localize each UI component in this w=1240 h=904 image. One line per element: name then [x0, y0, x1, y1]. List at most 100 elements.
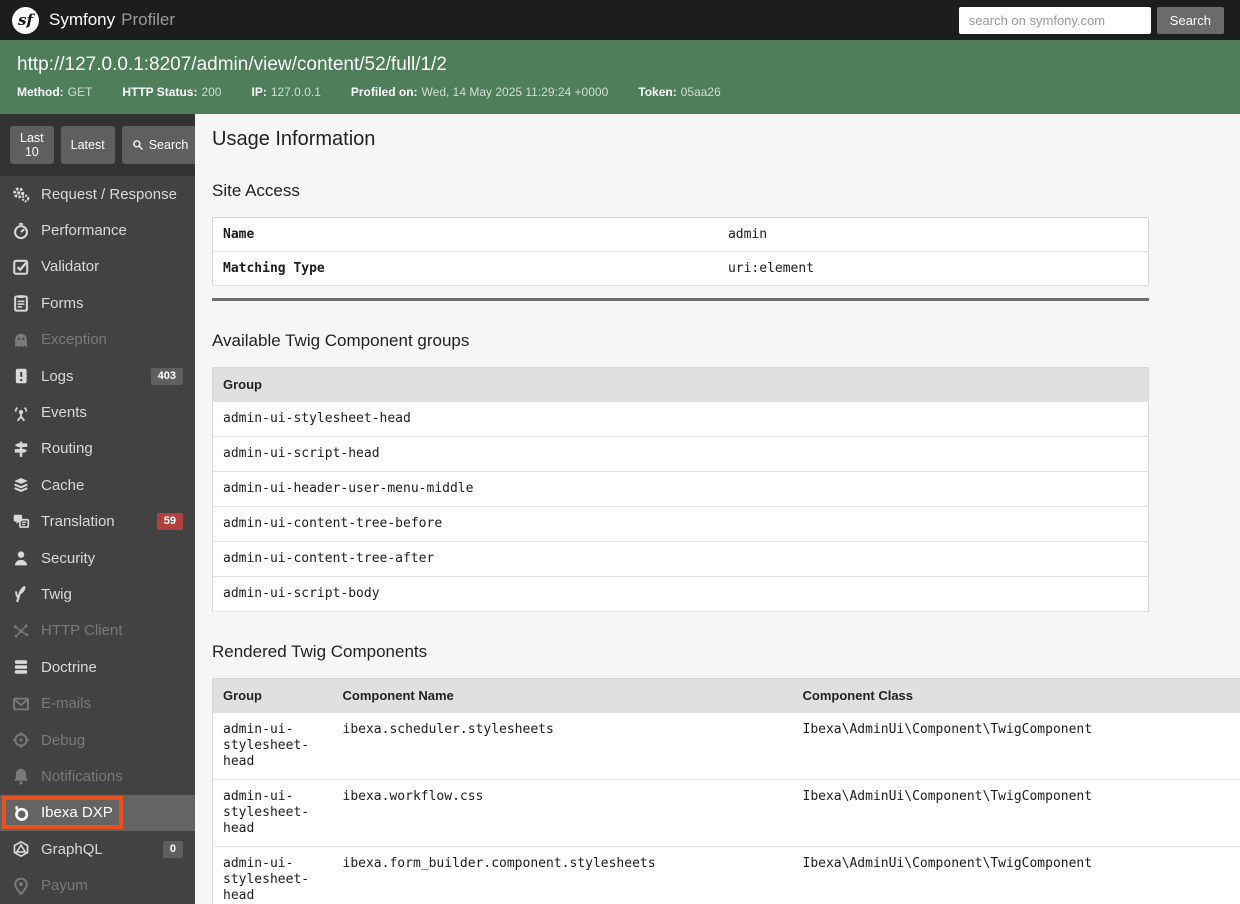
section-heading-twig-groups: Available Twig Component groups	[212, 331, 470, 350]
sidebar-item-label: Events	[41, 404, 87, 422]
meta-label: Profiled on:	[350, 85, 418, 99]
component-class: Ibexa\AdminUi\Component\TwigComponent	[802, 789, 1093, 804]
table-row: admin-ui-script-body	[212, 577, 1149, 612]
profiler-sidebar: Last 10 Latest Search Request / Response	[0, 114, 195, 904]
meta-value: 05aa26	[680, 85, 721, 99]
notifications-bell-icon	[12, 767, 30, 785]
request-url: http://127.0.0.1:8207/admin/view/content…	[17, 54, 447, 75]
site-access-table: Name admin Matching Type uri:element	[212, 217, 1149, 286]
meta-label: Method:	[17, 85, 64, 99]
sidebar-item-label: Notifications	[41, 767, 123, 785]
validator-check-icon	[12, 258, 30, 276]
request-meta-item: Profiled on: Wed, 14 May 2025 11:29:24 +0…	[351, 85, 608, 99]
sidebar-item-label: HTTP Client	[41, 622, 123, 640]
symfony-search-input[interactable]	[958, 6, 1151, 34]
sidebar-item-ibexa-dxp[interactable]: Ibexa DXP	[0, 794, 195, 832]
component-name: ibexa.scheduler.stylesheets	[342, 722, 554, 737]
meta-value: 127.0.0.1	[270, 85, 321, 99]
column-header-component-class: Component Class	[792, 678, 1240, 713]
table-header-row: Group	[212, 367, 1149, 402]
sidebar-item-twig[interactable]: Twig	[0, 576, 195, 612]
sidebar-item-exception[interactable]: Exception	[0, 322, 195, 358]
request-meta-item: Token: 05aa26	[638, 85, 721, 99]
security-user-icon	[12, 549, 30, 567]
sidebar-button-last-10[interactable]: Last 10	[10, 126, 54, 164]
sidebar-item-logs[interactable]: Logs 403	[0, 358, 195, 394]
sidebar-item-request-response[interactable]: Request / Response	[0, 176, 195, 212]
search-icon	[132, 139, 144, 151]
sidebar-item-cache[interactable]: Cache	[0, 467, 195, 503]
sidebar-item-label: Routing	[41, 440, 93, 458]
group-name: admin-ui-stylesheet-head	[223, 411, 411, 426]
sidebar-item-label: Logs	[41, 367, 74, 385]
component-name: ibexa.workflow.css	[342, 789, 484, 804]
count-badge: 403	[150, 367, 183, 385]
sidebar-item-payum[interactable]: Payum	[0, 867, 195, 903]
sidebar-item-label: Security	[41, 549, 96, 567]
table-row: admin-ui-stylesheet-head ibexa.form_buil…	[213, 847, 1240, 904]
component-group: admin-ui-stylesheet-head	[223, 722, 310, 769]
sidebar-item-http-client[interactable]: HTTP Client	[0, 613, 195, 649]
column-header-group: Group	[212, 678, 333, 713]
sidebar-item-performance[interactable]: Performance	[0, 212, 195, 248]
sidebar-item-e-mails[interactable]: E-mails	[0, 685, 195, 721]
sidebar-item-label: Performance	[41, 222, 127, 240]
sidebar-item-security[interactable]: Security	[0, 540, 195, 576]
translation-icon	[12, 513, 30, 531]
stopwatch-icon	[12, 222, 30, 240]
sidebar-item-debug[interactable]: Debug	[0, 722, 195, 758]
section-divider	[212, 298, 1149, 301]
forms-clipboard-icon	[12, 294, 30, 312]
meta-value: Wed, 14 May 2025 11:29:24 +0000	[421, 85, 609, 99]
sidebar-item-validator[interactable]: Validator	[0, 249, 195, 285]
sidebar-item-label: Debug	[41, 731, 86, 749]
routing-signpost-icon	[12, 440, 30, 458]
group-name: admin-ui-script-head	[223, 446, 380, 461]
table-header-row: Group Component Name Component Class	[212, 678, 1240, 713]
sidebar-item-routing[interactable]: Routing	[0, 431, 195, 467]
component-class: Ibexa\AdminUi\Component\TwigComponent	[802, 856, 1093, 871]
table-row: admin-ui-stylesheet-head	[212, 402, 1149, 437]
symfony-search-button[interactable]: Search	[1156, 6, 1224, 34]
exception-ghost-icon	[12, 331, 30, 349]
component-name: ibexa.form_builder.component.stylesheets	[342, 856, 656, 871]
sidebar-button-search[interactable]: Search	[121, 126, 195, 164]
component-group: admin-ui-stylesheet-head	[223, 789, 310, 836]
group-name: admin-ui-content-tree-before	[223, 516, 443, 531]
symfony-search-area: Search	[958, 6, 1224, 34]
section-heading-site-access: Site Access	[212, 181, 300, 200]
sidebar-item-notifications[interactable]: Notifications	[0, 758, 195, 794]
sidebar-item-label: Cache	[41, 476, 85, 494]
gears-icon	[12, 185, 30, 203]
meta-label: IP:	[251, 85, 267, 99]
sidebar-item-label: Payum	[41, 877, 88, 895]
request-meta-item: Method: GET	[17, 85, 92, 99]
table-row: Matching Type uri:element	[212, 252, 1149, 286]
ibexa-icon	[12, 804, 30, 822]
sidebar-item-forms[interactable]: Forms	[0, 285, 195, 321]
top-bar: sf Symfony Profiler Search	[0, 0, 1240, 40]
count-badge: 59	[156, 513, 183, 531]
brand-name: Symfony	[49, 10, 116, 29]
table-row: admin-ui-stylesheet-head ibexa.scheduler…	[212, 713, 1240, 780]
row-label: Matching Type	[223, 261, 325, 276]
sidebar-item-label: Request / Response	[41, 185, 177, 203]
payum-pin-icon	[12, 877, 30, 895]
sidebar-item-doctrine[interactable]: Doctrine	[0, 649, 195, 685]
table-row: admin-ui-script-head	[212, 437, 1149, 472]
sidebar-item-label: Twig	[41, 585, 72, 603]
symfony-logo-icon: sf	[12, 6, 39, 34]
request-meta-item: IP: 127.0.0.1	[251, 85, 320, 99]
component-class: Ibexa\AdminUi\Component\TwigComponent	[802, 722, 1093, 737]
sidebar-button-latest[interactable]: Latest	[60, 126, 115, 164]
doctrine-database-icon	[12, 658, 30, 676]
sidebar-item-translation[interactable]: Translation 59	[0, 504, 195, 540]
table-row: admin-ui-content-tree-before	[212, 507, 1149, 542]
events-antenna-icon	[12, 404, 30, 422]
symfony-home-link[interactable]: sf Symfony Profiler	[12, 6, 175, 34]
meta-label: Token:	[638, 85, 677, 99]
column-header-group: Group	[212, 367, 1149, 402]
group-name: admin-ui-script-body	[223, 586, 380, 601]
sidebar-item-graphql[interactable]: GraphQL 0	[0, 831, 195, 867]
sidebar-item-events[interactable]: Events	[0, 394, 195, 430]
